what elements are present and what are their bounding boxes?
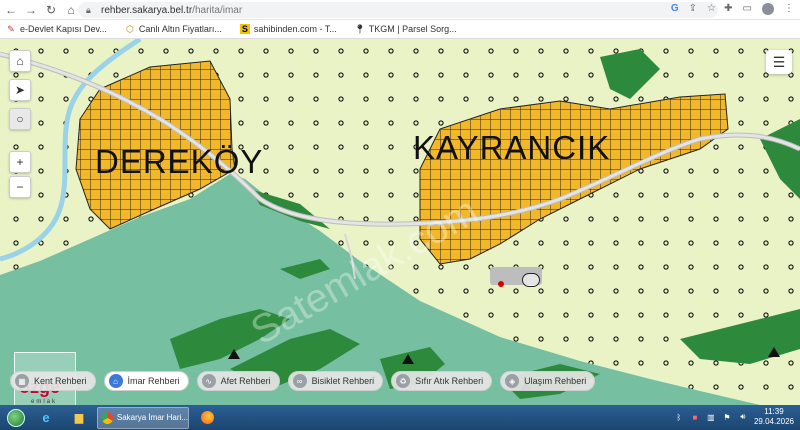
- security-icon[interactable]: ■: [690, 412, 700, 422]
- firefox-icon: [200, 411, 214, 424]
- locate-button[interactable]: ➤: [9, 79, 31, 101]
- imar-rehberi-button[interactable]: ⌂ İmar Rehberi: [103, 371, 189, 391]
- flag-icon[interactable]: ⚑: [722, 412, 732, 422]
- pill-label: Afet Rehberi: [220, 376, 271, 386]
- building-icon: ▦: [15, 374, 29, 388]
- kent-rehberi-button[interactable]: ▦ Kent Rehberi: [10, 371, 96, 391]
- recycle-icon: ♻︎: [396, 374, 411, 388]
- address-bar[interactable]: 🔒︎ rehber.sakarya.bel.tr/harita/imar: [78, 2, 718, 18]
- taskbar-app-ie[interactable]: e: [31, 407, 61, 429]
- hamburger-icon: ☰: [772, 53, 786, 70]
- bookmark-label: Canlı Altın Fiyatları...: [138, 24, 222, 34]
- pill-label: Ulaşım Rehberi: [524, 376, 587, 386]
- map-pin-icon: 📍︎: [354, 23, 366, 34]
- windows-logo-icon: [7, 408, 25, 427]
- volume-icon[interactable]: 🔊︎: [738, 412, 748, 422]
- back-icon[interactable]: ←: [2, 1, 20, 19]
- system-tray: ᛒ ■ ▥ ⚑ 🔊︎ 11:39 29.04.2026: [674, 407, 794, 427]
- ulasim-rehberi-button[interactable]: ◈ Ulaşım Rehberi: [500, 371, 596, 391]
- reload-icon[interactable]: ↻: [42, 1, 60, 19]
- edevlet-icon: ✎: [7, 23, 15, 34]
- taskbar-task-label: Sakarya İmar Hari...: [116, 413, 188, 422]
- sahibinden-icon: S: [239, 24, 250, 34]
- marker-dot: [498, 281, 504, 287]
- bookmark-label: TKGM | Parsel Sorg...: [368, 24, 457, 34]
- clock-date: 29.04.2026: [753, 417, 794, 426]
- ie-icon: e: [42, 410, 50, 425]
- pulse-icon: ∿: [201, 374, 216, 388]
- minus-icon: −: [16, 180, 24, 194]
- browser-toolbar: ← → ↻ ⌂ 🔒︎ rehber.sakarya.bel.tr/harita/…: [0, 0, 800, 20]
- gold-icon: ⬡: [125, 23, 134, 34]
- url-path: /harita/imar: [192, 4, 243, 16]
- bookmark-edevlet[interactable]: ✎ e-Devlet Kapısı Dev...: [6, 23, 107, 35]
- circle-icon: ○: [16, 112, 24, 126]
- start-button[interactable]: [4, 407, 28, 429]
- home-button[interactable]: ⌂: [9, 50, 31, 72]
- folder-icon: ▆: [74, 412, 84, 424]
- forward-icon[interactable]: →: [22, 1, 40, 19]
- afet-rehberi-button[interactable]: ∿ Afet Rehberi: [196, 371, 280, 391]
- pill-label: Bisiklet Rehberi: [311, 376, 375, 386]
- transport-icon: ◈: [505, 374, 520, 388]
- zoom-out-button[interactable]: −: [9, 176, 31, 198]
- extensions-icon[interactable]: ✚: [724, 3, 732, 15]
- taskbar-app-firefox[interactable]: [192, 407, 222, 429]
- kebab-menu-icon[interactable]: ⋮: [784, 3, 794, 15]
- place-label-derekoy: DEREKÖY: [95, 143, 264, 180]
- menu-button[interactable]: ☰: [766, 50, 792, 74]
- bookmark-label: sahibinden.com - T...: [253, 24, 337, 34]
- bookmark-label: e-Devlet Kapısı Dev...: [20, 24, 107, 34]
- zoom-in-button[interactable]: +: [9, 151, 31, 173]
- pill-label: Sıfır Atık Rehberi: [415, 376, 484, 386]
- taskbar: e ▆ Sakarya İmar Hari... ᛒ ■ ▥ ⚑ 🔊︎ 11:3…: [0, 405, 800, 430]
- lock-icon: 🔒︎: [86, 5, 91, 15]
- plus-icon: +: [16, 155, 24, 169]
- bookmarks-bar: ✎ e-Devlet Kapısı Dev... ⬡ Canlı Altın F…: [0, 20, 800, 39]
- house-icon: ⌂: [108, 374, 123, 388]
- map-canvas: [0, 39, 800, 405]
- bookmark-tkgm[interactable]: 📍︎ TKGM | Parsel Sorg...: [354, 23, 457, 35]
- place-label-kayrancik: KAYRANCIK: [413, 129, 611, 166]
- clock[interactable]: 11:39 29.04.2026: [754, 407, 794, 427]
- bicycle-icon: ∞: [292, 374, 307, 388]
- url-host: rehber.sakarya.bel.tr: [101, 4, 193, 16]
- bisiklet-rehberi-button[interactable]: ∞ Bisiklet Rehberi: [287, 371, 384, 391]
- sifir-atik-rehberi-button[interactable]: ♻︎ Sıfır Atık Rehberi: [391, 371, 493, 391]
- rehber-button-row: ▦ Kent Rehberi ⌂ İmar Rehberi ∿ Afet Reh…: [10, 371, 596, 391]
- google-icon[interactable]: G: [671, 3, 679, 14]
- pill-label: İmar Rehberi: [127, 376, 180, 386]
- taskbar-chrome-window[interactable]: Sakarya İmar Hari...: [97, 406, 189, 429]
- location-marker[interactable]: [490, 267, 550, 289]
- clock-time: 11:39: [764, 407, 784, 416]
- star-icon[interactable]: ☆: [707, 3, 716, 14]
- circle-tool-button[interactable]: ○: [9, 108, 31, 130]
- network-icon[interactable]: ▥: [706, 412, 716, 422]
- avatar[interactable]: [762, 3, 774, 15]
- navigate-icon: ➤: [14, 83, 26, 97]
- share-icon[interactable]: ⇪: [689, 3, 697, 14]
- imar-map[interactable]: Satemlak.com DEREKÖY KAYRANCIK ⌂ ➤ ○ + −…: [0, 39, 800, 405]
- bluetooth-icon[interactable]: ᛒ: [674, 412, 684, 422]
- bookmark-altin[interactable]: ⬡ Canlı Altın Fiyatları...: [125, 23, 222, 35]
- bookmark-sahibinden[interactable]: S sahibinden.com - T...: [239, 24, 337, 34]
- pill-label: Kent Rehberi: [34, 376, 87, 386]
- chrome-icon: [102, 411, 113, 424]
- marker-ring: [522, 273, 540, 287]
- home-icon: ⌂: [16, 54, 24, 68]
- sidepanel-icon[interactable]: ▭: [743, 3, 752, 15]
- taskbar-app-explorer[interactable]: ▆: [64, 407, 94, 429]
